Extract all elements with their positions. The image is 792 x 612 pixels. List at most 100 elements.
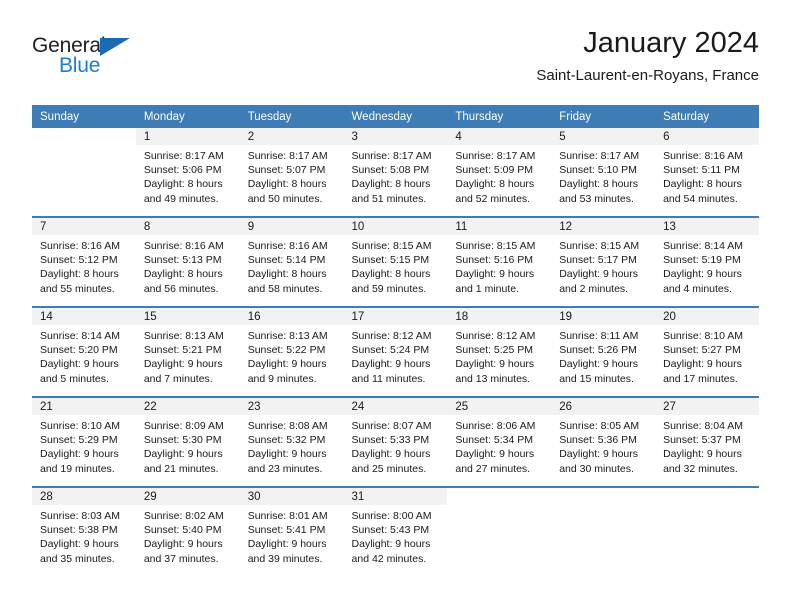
calendar-day-cell[interactable]: 23 Sunrise: 8:08 AM Sunset: 5:32 PM Dayligh… bbox=[239, 396, 344, 487]
daylight-text-line1: Daylight: 9 hours bbox=[351, 358, 431, 371]
day-number: 16 bbox=[239, 308, 344, 325]
calendar-day-cell[interactable]: 25 Sunrise: 8:06 AM Sunset: 5:34 PM Dayligh… bbox=[447, 396, 552, 487]
daylight-text-line1: Daylight: 8 hours bbox=[559, 178, 639, 191]
day-cell-inner: 2 Sunrise: 8:17 AM Sunset: 5:07 PM Daylight… bbox=[239, 128, 344, 216]
page-subtitle: Saint-Laurent-en-Royans, France bbox=[536, 67, 759, 84]
daylight-text-line2: and 15 minutes. bbox=[559, 372, 634, 385]
sun-info: Sunrise: 8:17 AM Sunset: 5:06 PM Daylight:… bbox=[136, 145, 240, 206]
daylight-text-line1: Daylight: 8 hours bbox=[663, 178, 742, 191]
day-number: 18 bbox=[447, 308, 552, 325]
sunset-text: Sunset: 5:20 PM bbox=[40, 344, 118, 357]
daylight-text-line2: and 30 minutes. bbox=[559, 462, 634, 475]
sunset-text: Sunset: 5:25 PM bbox=[455, 344, 534, 357]
calendar-day-cell[interactable]: 15 Sunrise: 8:13 AM Sunset: 5:21 PM Dayligh… bbox=[135, 306, 240, 397]
day-cell-inner: 11 Sunrise: 8:15 AM Sunset: 5:16 PM Dayligh… bbox=[447, 218, 552, 306]
daylight-text-line1: Daylight: 8 hours bbox=[247, 268, 327, 281]
sunrise-text: Sunrise: 8:02 AM bbox=[143, 510, 224, 522]
sun-info: Sunrise: 8:10 AM Sunset: 5:27 PM Daylight:… bbox=[655, 325, 759, 386]
general-blue-logo[interactable]: General Blue bbox=[32, 34, 182, 86]
calendar-day-cell[interactable]: 28 Sunrise: 8:03 AM Sunset: 5:38 PM Dayligh… bbox=[32, 486, 136, 576]
sunrise-text: Sunrise: 8:16 AM bbox=[40, 240, 120, 252]
day-number: 11 bbox=[447, 218, 552, 235]
day-cell-inner bbox=[655, 488, 759, 576]
calendar-day-cell[interactable]: 22 Sunrise: 8:09 AM Sunset: 5:30 PM Dayligh… bbox=[135, 396, 240, 487]
calendar-day-cell[interactable]: 13 Sunrise: 8:14 AM Sunset: 5:19 PM Dayligh… bbox=[655, 216, 759, 307]
sunrise-text: Sunrise: 8:12 AM bbox=[351, 330, 432, 342]
calendar-day-cell[interactable]: 6 Sunrise: 8:16 AM Sunset: 5:11 PM Daylight… bbox=[655, 128, 759, 217]
sunset-text: Sunset: 5:38 PM bbox=[40, 524, 118, 537]
daylight-text-line1: Daylight: 9 hours bbox=[455, 358, 535, 371]
sunrise-text: Sunrise: 8:16 AM bbox=[663, 150, 744, 162]
calendar-day-cell[interactable]: 10 Sunrise: 8:15 AM Sunset: 5:15 PM Dayligh… bbox=[343, 216, 448, 307]
day-number: 24 bbox=[343, 398, 448, 415]
calendar-day-cell[interactable]: 17 Sunrise: 8:12 AM Sunset: 5:24 PM Dayligh… bbox=[343, 306, 448, 397]
calendar-week-row: 14 Sunrise: 8:14 AM Sunset: 5:20 PM Dayligh… bbox=[32, 306, 759, 397]
day-cell-inner: 26 Sunrise: 8:05 AM Sunset: 5:36 PM Dayligh… bbox=[551, 398, 656, 486]
calendar-day-cell[interactable]: 3 Sunrise: 8:17 AM Sunset: 5:08 PM Daylight… bbox=[343, 128, 448, 217]
calendar-day-cell[interactable]: 24 Sunrise: 8:07 AM Sunset: 5:33 PM Dayligh… bbox=[343, 396, 448, 487]
calendar-day-cell[interactable]: 19 Sunrise: 8:11 AM Sunset: 5:26 PM Dayligh… bbox=[551, 306, 656, 397]
sunrise-text: Sunrise: 8:10 AM bbox=[40, 420, 120, 432]
calendar-day-cell[interactable]: 7 Sunrise: 8:16 AM Sunset: 5:12 PM Daylight… bbox=[32, 216, 136, 307]
calendar-day-cell[interactable]: 1 Sunrise: 8:17 AM Sunset: 5:06 PM Daylight… bbox=[135, 128, 240, 217]
sunset-text: Sunset: 5:24 PM bbox=[351, 344, 430, 357]
day-cell-inner bbox=[551, 488, 656, 576]
daylight-text-line1: Daylight: 9 hours bbox=[663, 448, 742, 461]
daylight-text-line2: and 7 minutes. bbox=[143, 372, 213, 385]
daylight-text-line2: and 42 minutes. bbox=[351, 552, 427, 565]
calendar-day-cell[interactable]: 11 Sunrise: 8:15 AM Sunset: 5:16 PM Dayligh… bbox=[447, 216, 552, 307]
daylight-text-line2: and 50 minutes. bbox=[247, 192, 323, 205]
calendar-empty-cell bbox=[32, 128, 136, 217]
sunrise-text: Sunrise: 8:01 AM bbox=[247, 510, 328, 522]
calendar-day-cell[interactable]: 5 Sunrise: 8:17 AM Sunset: 5:10 PM Daylight… bbox=[551, 128, 656, 217]
calendar-day-cell[interactable]: 26 Sunrise: 8:05 AM Sunset: 5:36 PM Dayligh… bbox=[551, 396, 656, 487]
day-number: 23 bbox=[239, 398, 344, 415]
weekday-header-tuesday: Tuesday bbox=[239, 105, 344, 128]
calendar-day-cell[interactable]: 27 Sunrise: 8:04 AM Sunset: 5:37 PM Dayligh… bbox=[655, 396, 759, 487]
daylight-text-line2: and 27 minutes. bbox=[455, 462, 531, 475]
day-number: 21 bbox=[32, 398, 136, 415]
daylight-text-line2: and 5 minutes. bbox=[40, 372, 109, 385]
day-number: 10 bbox=[343, 218, 448, 235]
sunrise-text: Sunrise: 8:11 AM bbox=[559, 330, 639, 342]
calendar-day-cell[interactable]: 31 Sunrise: 8:00 AM Sunset: 5:43 PM Dayligh… bbox=[343, 486, 448, 576]
calendar-day-cell[interactable]: 29 Sunrise: 8:02 AM Sunset: 5:40 PM Dayligh… bbox=[135, 486, 240, 576]
weekday-header-wednesday: Wednesday bbox=[343, 105, 448, 128]
calendar-day-cell[interactable]: 9 Sunrise: 8:16 AM Sunset: 5:14 PM Daylight… bbox=[239, 216, 344, 307]
sunrise-text: Sunrise: 8:07 AM bbox=[351, 420, 432, 432]
calendar-day-cell[interactable]: 18 Sunrise: 8:12 AM Sunset: 5:25 PM Dayligh… bbox=[447, 306, 552, 397]
day-cell-inner: 17 Sunrise: 8:12 AM Sunset: 5:24 PM Dayligh… bbox=[343, 308, 448, 396]
calendar-day-cell[interactable]: 8 Sunrise: 8:16 AM Sunset: 5:13 PM Daylight… bbox=[135, 216, 240, 307]
calendar-day-cell[interactable]: 30 Sunrise: 8:01 AM Sunset: 5:41 PM Dayligh… bbox=[239, 486, 344, 576]
sun-info: Sunrise: 8:13 AM Sunset: 5:21 PM Daylight:… bbox=[136, 325, 240, 386]
sun-info: Sunrise: 8:14 AM Sunset: 5:20 PM Daylight:… bbox=[32, 325, 136, 386]
daylight-text-line1: Daylight: 9 hours bbox=[351, 538, 431, 551]
calendar-week-row: 28 Sunrise: 8:03 AM Sunset: 5:38 PM Dayligh… bbox=[32, 486, 759, 576]
sunrise-text: Sunrise: 8:15 AM bbox=[351, 240, 432, 252]
calendar-day-cell[interactable]: 16 Sunrise: 8:13 AM Sunset: 5:22 PM Dayligh… bbox=[239, 306, 344, 397]
day-cell-inner: 16 Sunrise: 8:13 AM Sunset: 5:22 PM Dayligh… bbox=[239, 308, 344, 396]
day-number bbox=[551, 488, 656, 505]
daylight-text-line2: and 51 minutes. bbox=[351, 192, 427, 205]
day-cell-inner: 21 Sunrise: 8:10 AM Sunset: 5:29 PM Dayligh… bbox=[32, 398, 136, 486]
calendar-day-cell[interactable]: 20 Sunrise: 8:10 AM Sunset: 5:27 PM Dayligh… bbox=[655, 306, 759, 397]
daylight-text-line1: Daylight: 9 hours bbox=[247, 358, 327, 371]
calendar-header-row: Sunday Monday Tuesday Wednesday Thursday… bbox=[32, 105, 759, 128]
calendar-empty-cell bbox=[447, 486, 552, 576]
sunset-text: Sunset: 5:14 PM bbox=[247, 254, 326, 267]
calendar-empty-cell bbox=[551, 486, 656, 576]
calendar-day-cell[interactable]: 12 Sunrise: 8:15 AM Sunset: 5:17 PM Dayligh… bbox=[551, 216, 656, 307]
day-number: 6 bbox=[655, 128, 759, 145]
calendar-day-cell[interactable]: 2 Sunrise: 8:17 AM Sunset: 5:07 PM Daylight… bbox=[239, 128, 344, 217]
calendar-day-cell[interactable]: 14 Sunrise: 8:14 AM Sunset: 5:20 PM Dayligh… bbox=[32, 306, 136, 397]
calendar-day-cell[interactable]: 4 Sunrise: 8:17 AM Sunset: 5:09 PM Daylight… bbox=[447, 128, 552, 217]
day-number: 4 bbox=[447, 128, 552, 145]
sun-info: Sunrise: 8:14 AM Sunset: 5:19 PM Daylight:… bbox=[655, 235, 759, 296]
day-number: 27 bbox=[655, 398, 759, 415]
calendar-day-cell[interactable]: 21 Sunrise: 8:10 AM Sunset: 5:29 PM Dayligh… bbox=[32, 396, 136, 487]
daylight-text-line2: and 2 minutes. bbox=[559, 282, 629, 295]
calendar-week-row: 1 Sunrise: 8:17 AM Sunset: 5:06 PM Daylight… bbox=[32, 128, 759, 217]
sunset-text: Sunset: 5:22 PM bbox=[247, 344, 326, 357]
sun-info: Sunrise: 8:17 AM Sunset: 5:09 PM Daylight:… bbox=[447, 145, 551, 206]
sunset-text: Sunset: 5:43 PM bbox=[351, 524, 430, 537]
